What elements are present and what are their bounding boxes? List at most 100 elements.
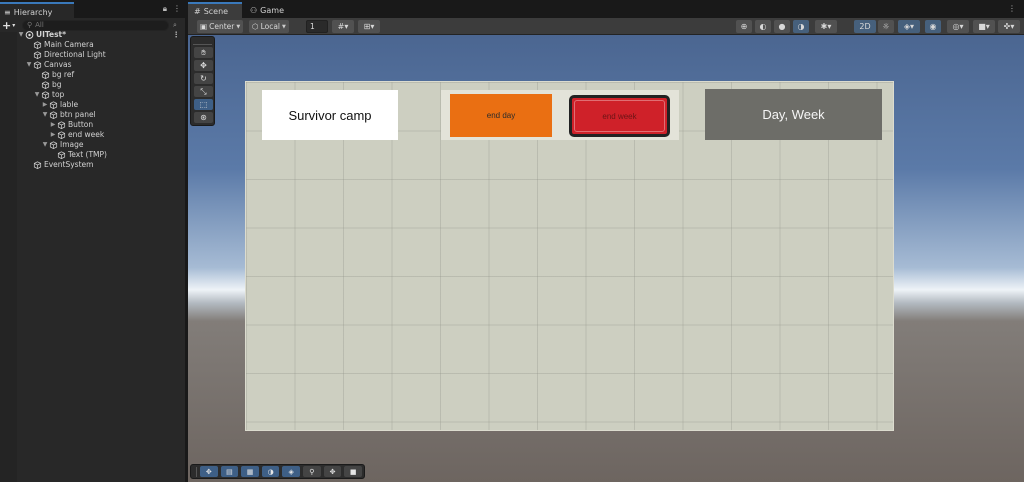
hierarchy-item[interactable]: EventSystem — [0, 160, 185, 170]
search-placeholder: All — [35, 21, 44, 29]
layers-button[interactable]: ◈ — [282, 466, 301, 477]
hierarchy-item[interactable]: ▼ Canvas — [0, 60, 185, 70]
hierarchy-item[interactable]: bg — [0, 80, 185, 90]
hierarchy-tabbar: ≡ Hierarchy 🔒︎ ⋮ — [0, 0, 185, 18]
overlay-grip[interactable] — [193, 466, 197, 477]
hierarchy-item[interactable]: Text (TMP) — [0, 150, 185, 160]
collapse-arrow-icon[interactable]: ▶ — [49, 120, 57, 130]
gameobject-cube-icon — [49, 141, 58, 149]
ui-canvas: Survivor camp end day end week Day, Week — [245, 81, 894, 431]
rect-handles-button[interactable]: ▤ — [220, 466, 239, 477]
hierarchy-item[interactable]: ▼ Image — [0, 140, 185, 150]
gameobject-cube-icon — [57, 121, 66, 129]
hierarchy-item[interactable]: bg ref — [0, 70, 185, 80]
expand-arrow-icon[interactable]: ▼ — [17, 30, 25, 40]
expand-arrow-icon[interactable]: ▼ — [41, 140, 49, 150]
half-sphere-icon: ◐ — [759, 22, 767, 31]
chevron-down-icon: ▼ — [282, 23, 286, 30]
scene-view-options-button[interactable]: ◎▾ — [947, 20, 969, 33]
hierarchy-item-label: btn panel — [60, 110, 96, 119]
hierarchy-item[interactable]: ▶ lable — [0, 100, 185, 110]
gizmos-button[interactable]: ✜▾ — [998, 20, 1020, 33]
tab-hierarchy-label: Hierarchy — [13, 7, 53, 17]
move-icon: ✥ — [329, 467, 336, 476]
move-handles-button[interactable]: ✥ — [199, 466, 218, 477]
tab-scene[interactable]: # Scene — [188, 2, 242, 18]
tab-scene-label: Scene — [203, 6, 229, 16]
pivot-rotation-dropdown[interactable]: ⬡ Local ▼ — [249, 20, 289, 33]
grid-snap-value-field[interactable]: 1 — [306, 20, 328, 33]
expand-arrow-icon[interactable]: ▼ — [25, 60, 33, 70]
button-panel[interactable]: end day end week — [441, 90, 679, 140]
pan-button[interactable]: ✥ — [323, 466, 342, 477]
hierarchy-item[interactable]: ▶ end week — [0, 130, 185, 140]
rotate-tool-button[interactable]: ↻ — [194, 73, 213, 84]
grid-visibility-button[interactable]: #▾ — [332, 20, 354, 33]
list-icon: ≡ — [4, 7, 11, 17]
camera-icon: ■▾ — [978, 22, 990, 31]
lighting-toggle[interactable]: ☼ — [878, 20, 894, 33]
rotate-icon: ↻ — [200, 74, 207, 83]
light-icon: ☼ — [882, 22, 890, 31]
end-week-button[interactable]: end week — [569, 95, 670, 137]
overlay-grip[interactable] — [193, 39, 212, 45]
hierarchy-item[interactable]: ▶ Button — [0, 120, 185, 130]
rect-tool-button[interactable]: ⬚ — [194, 99, 213, 110]
mode-2d-toggle[interactable]: 2D — [854, 20, 876, 33]
move-tool-button[interactable]: ✥ — [194, 60, 213, 71]
hierarchy-item[interactable]: ▼ UITest* ⋮ — [0, 30, 185, 40]
search-by-type-icon[interactable]: ⌕ — [173, 21, 183, 30]
tab-hierarchy[interactable]: ≡ Hierarchy — [0, 2, 74, 18]
camera-button[interactable]: ■ — [344, 466, 362, 477]
scale-tool-button[interactable]: ⤡ — [194, 86, 213, 97]
end-week-label: end week — [602, 111, 637, 121]
transform-tools-overlay: ✋︎ ✥ ↻ ⤡ ⬚ ⊛ — [190, 36, 215, 126]
collapse-arrow-icon[interactable]: ▶ — [49, 130, 57, 140]
transform-tool-button[interactable]: ⊛ — [194, 112, 213, 123]
orientation-gizmo-button[interactable]: ⊕ — [736, 20, 752, 33]
pivot-mode-dropdown[interactable]: ▣ Center ▼ — [197, 20, 244, 33]
kebab-menu-icon[interactable]: ⋮ — [173, 30, 181, 40]
gameobject-cube-icon — [33, 51, 42, 59]
title-label-box[interactable]: Survivor camp — [262, 90, 398, 140]
mode-2d-label: 2D — [859, 22, 871, 31]
moon-icon: ◑ — [797, 22, 805, 31]
shading-unlit-button[interactable]: ◑ — [793, 20, 809, 33]
expand-arrow-icon[interactable]: ▼ — [41, 110, 49, 120]
camera-settings-button[interactable]: ■▾ — [973, 20, 995, 33]
audio-effects-toggle[interactable]: ◈▾ — [898, 20, 920, 33]
hierarchy-item-label: bg ref — [52, 70, 75, 79]
lock-icon[interactable]: 🔒︎ — [163, 4, 167, 14]
expand-arrow-icon[interactable]: ▼ — [33, 90, 41, 100]
day-week-text: Day, Week — [762, 107, 825, 122]
debug-draw-mode-button[interactable]: ✱▾ — [815, 20, 837, 33]
grid-handles-button[interactable]: ▦ — [241, 466, 259, 477]
eye-options-icon: ◎▾ — [952, 22, 964, 31]
collapse-arrow-icon[interactable]: ▶ — [41, 100, 49, 110]
gameobject-cube-icon — [41, 81, 50, 89]
hierarchy-item[interactable]: Directional Light — [0, 50, 185, 60]
hierarchy-item-label: lable — [60, 100, 79, 109]
shading-wireframe-button[interactable]: ◐ — [755, 20, 771, 33]
kebab-menu-icon[interactable]: ⋮ — [173, 4, 181, 14]
end-day-button[interactable]: end day — [450, 94, 552, 137]
tab-game[interactable]: ⚇ Game — [244, 2, 290, 18]
shading-button[interactable]: ◑ — [261, 466, 280, 477]
snap-increment-button[interactable]: ⊞▾ — [358, 20, 380, 33]
zoom-button[interactable]: ⚲ — [303, 466, 321, 477]
hierarchy-item-label: Button — [68, 120, 94, 129]
grid-icon: #▾ — [337, 22, 349, 31]
day-week-image[interactable]: Day, Week — [705, 89, 882, 140]
kebab-menu-icon[interactable]: ⋮ — [1008, 4, 1016, 13]
snap-icon: ⊞▾ — [363, 22, 375, 31]
hierarchy-item[interactable]: Main Camera — [0, 40, 185, 50]
hand-tool-button[interactable]: ✋︎ — [194, 47, 213, 58]
hierarchy-search-input[interactable]: ⚲ All — [22, 19, 169, 31]
shading-shaded-button[interactable]: ● — [774, 20, 790, 33]
hierarchy-item-label: Text (TMP) — [68, 150, 107, 159]
scene-viewport[interactable]: Survivor camp end day end week Day, Week… — [188, 35, 1024, 482]
hierarchy-item[interactable]: ▼ btn panel — [0, 110, 185, 120]
hierarchy-item[interactable]: ▼ top — [0, 90, 185, 100]
gameobject-cube-icon — [41, 91, 50, 99]
scene-visibility-toggle[interactable]: ◉ — [925, 20, 941, 33]
